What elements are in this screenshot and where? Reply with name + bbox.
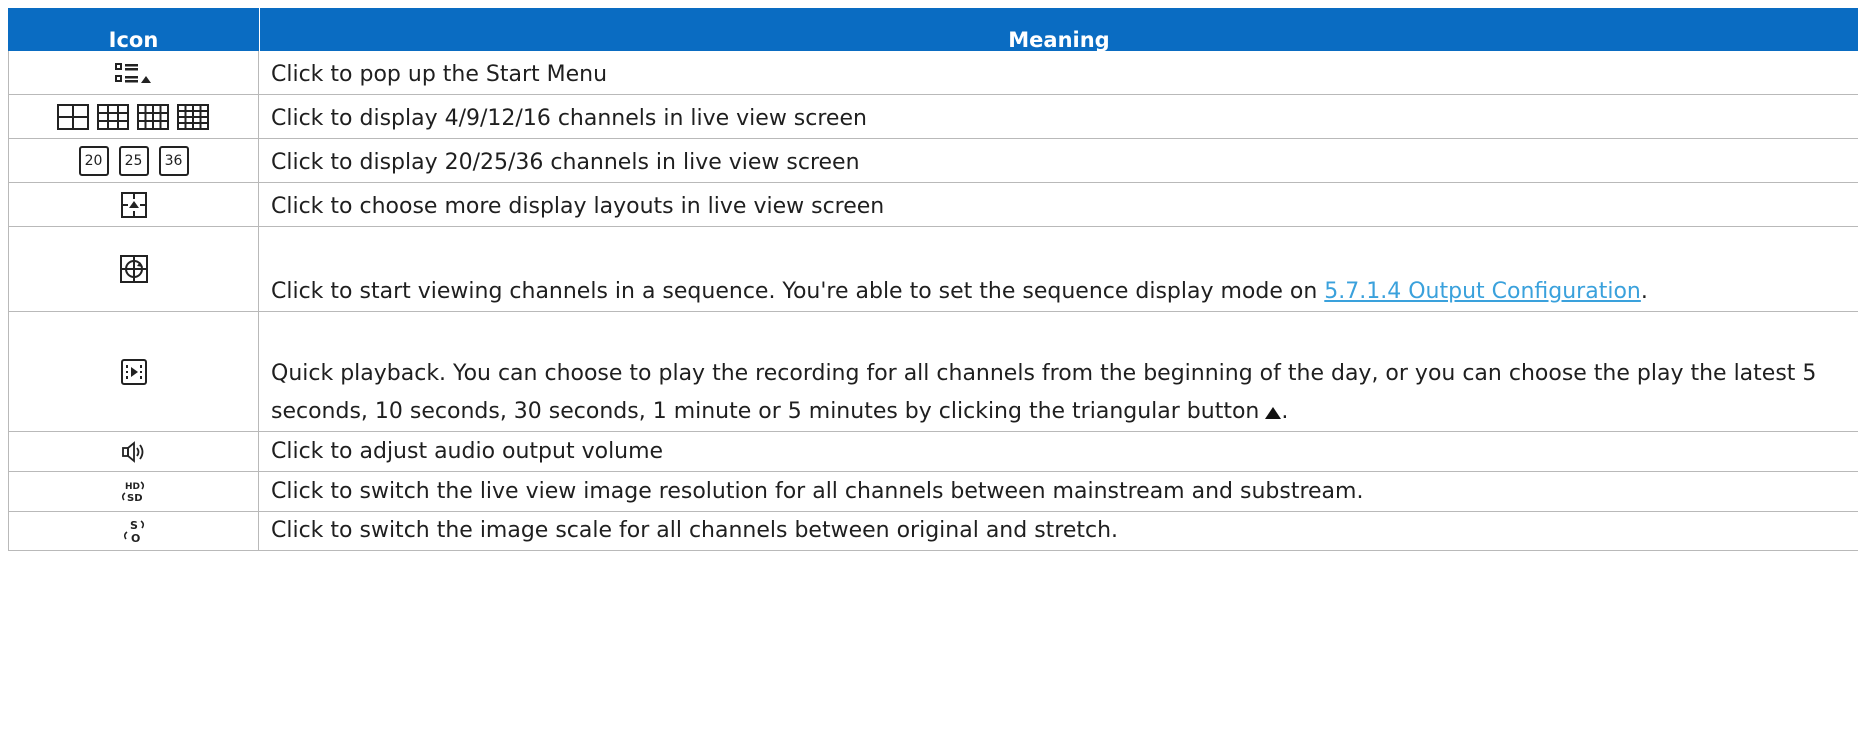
header-icon: Icon xyxy=(8,8,260,51)
scale-switch-icon[interactable]: S O xyxy=(120,518,148,544)
hd-sd-switch-icon[interactable]: HD SD xyxy=(119,479,149,505)
speaker-volume-icon[interactable] xyxy=(121,440,147,463)
table-row: HD SD Click to switch the live view imag… xyxy=(8,472,1858,512)
channels-25-icon[interactable]: 25 xyxy=(118,145,149,176)
sequence-view-icon[interactable] xyxy=(119,254,149,284)
icon-meaning-table: Icon Meaning Click to pop up the Start M… xyxy=(8,8,1858,551)
row-text: Click to start viewing channels in a seq… xyxy=(271,279,1325,304)
table-row: Quick playback. You can choose to play t… xyxy=(8,312,1858,432)
channels-20-icon[interactable]: 20 xyxy=(78,145,109,176)
grid-layouts-icon[interactable] xyxy=(56,103,212,131)
svg-text:SD: SD xyxy=(127,493,143,504)
row-text: Click to adjust audio output volume xyxy=(271,439,664,464)
svg-text:S: S xyxy=(130,519,138,532)
table-row: Click to display 4/9/12/16 channels in l… xyxy=(8,95,1858,139)
header-meaning: Meaning xyxy=(1008,28,1110,51)
more-layouts-icon[interactable] xyxy=(120,191,148,219)
row-text: Click to switch the live view image reso… xyxy=(271,479,1364,504)
channels-36-icon[interactable]: 36 xyxy=(158,145,189,176)
table-row: Click to choose more display layouts in … xyxy=(8,183,1858,227)
row-text: Click to display 4/9/12/16 channels in l… xyxy=(271,106,867,131)
table-row: Click to pop up the Start Menu xyxy=(8,51,1858,95)
start-menu-icon[interactable] xyxy=(114,61,154,85)
row-text-end: . xyxy=(1640,279,1648,304)
triangle-button-icon xyxy=(1265,407,1282,419)
table-row: 20 25 36 Click to display 20/25/36 chann… xyxy=(8,139,1858,183)
row-text: Quick playback. You can choose to play t… xyxy=(271,361,1817,424)
table-header: Icon Meaning xyxy=(8,8,1858,51)
svg-text:O: O xyxy=(131,532,140,544)
row-text: Click to display 20/25/36 channels in li… xyxy=(271,150,860,175)
row-text: Click to choose more display layouts in … xyxy=(271,194,885,219)
svg-text:HD: HD xyxy=(125,482,140,492)
table-row: Click to start viewing channels in a seq… xyxy=(8,227,1858,312)
row-text: Click to switch the image scale for all … xyxy=(271,518,1119,543)
quick-playback-icon[interactable] xyxy=(120,358,148,386)
table-row: S O Click to switch the image scale for … xyxy=(8,512,1858,551)
row-text: Click to pop up the Start Menu xyxy=(271,62,608,87)
output-configuration-link[interactable]: 5.7.1.4 Output Configuration xyxy=(1324,279,1641,304)
table-row: Click to adjust audio output volume xyxy=(8,432,1858,472)
